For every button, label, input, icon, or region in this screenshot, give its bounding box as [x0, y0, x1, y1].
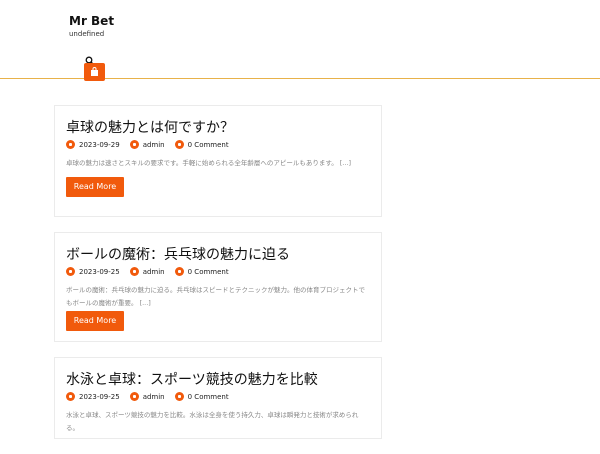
post-comments[interactable]: 0 Comment: [174, 140, 229, 149]
date-text: 2023-09-29: [79, 140, 120, 149]
user-icon: [129, 140, 139, 149]
site-tagline: undefined: [69, 30, 105, 38]
author-text: admin: [142, 392, 165, 401]
post-date[interactable]: 2023-09-29: [66, 140, 120, 149]
date-text: 2023-09-25: [79, 267, 120, 276]
cart-button[interactable]: [84, 63, 105, 81]
post-card: ボールの魔術：兵乓球の魅力に迫る 2023-09-25 admin 0 Comm…: [54, 232, 382, 342]
comments-text: 0 Comment: [187, 392, 229, 401]
comments-text: 0 Comment: [187, 140, 229, 149]
post-excerpt: 水泳と卓球、スポーツ競技の魅力を比較。水泳は全身を使う持久力、卓球は瞬発力と技術…: [66, 411, 359, 432]
site-branding: Mr Bet undefined: [69, 14, 114, 38]
post-title[interactable]: ボールの魔術：兵乓球の魅力に迫る: [66, 244, 290, 264]
shopping-bag-icon: [91, 67, 98, 76]
post-author[interactable]: admin: [129, 267, 165, 276]
post-comments[interactable]: 0 Comment: [174, 267, 229, 276]
author-text: admin: [142, 267, 165, 276]
site-title[interactable]: Mr Bet: [69, 14, 114, 28]
post-date[interactable]: 2023-09-25: [66, 267, 120, 276]
calendar-icon: [66, 267, 75, 276]
read-more-button[interactable]: Read More: [66, 311, 124, 331]
post-author[interactable]: admin: [129, 140, 165, 149]
comments-text: 0 Comment: [187, 267, 229, 276]
calendar-icon: [66, 140, 75, 149]
post-excerpt: ボールの魔術：兵乓球の魅力に迫る。兵乓球はスピードとテクニックが魅力。他の体育プ…: [66, 286, 365, 307]
comment-icon: [174, 267, 184, 276]
post-meta: 2023-09-29 admin 0 Comment: [66, 140, 239, 149]
user-icon: [129, 267, 139, 276]
post-card: 卓球の魅力とは何ですか？ 2023-09-29 admin 0 Comment …: [54, 105, 382, 217]
post-title[interactable]: 卓球の魅力とは何ですか？: [66, 117, 234, 137]
post-meta: 2023-09-25 admin 0 Comment: [66, 267, 239, 276]
comment-icon: [174, 140, 184, 149]
author-text: admin: [142, 140, 165, 149]
site-header: Mr Bet undefined: [0, 0, 600, 81]
post-excerpt: 卓球の魅力は速さとスキルの要求です。手軽に始められる全年齢層へのアピールもありま…: [66, 159, 352, 167]
post-list: 卓球の魅力とは何ですか？ 2023-09-29 admin 0 Comment …: [54, 105, 382, 454]
date-text: 2023-09-25: [79, 392, 120, 401]
read-more-button[interactable]: Read More: [66, 177, 124, 197]
post-title[interactable]: 水泳と卓球：スポーツ競技の魅力を比較: [66, 369, 318, 389]
post-card: 水泳と卓球：スポーツ競技の魅力を比較 2023-09-25 admin 0 Co…: [54, 357, 382, 439]
